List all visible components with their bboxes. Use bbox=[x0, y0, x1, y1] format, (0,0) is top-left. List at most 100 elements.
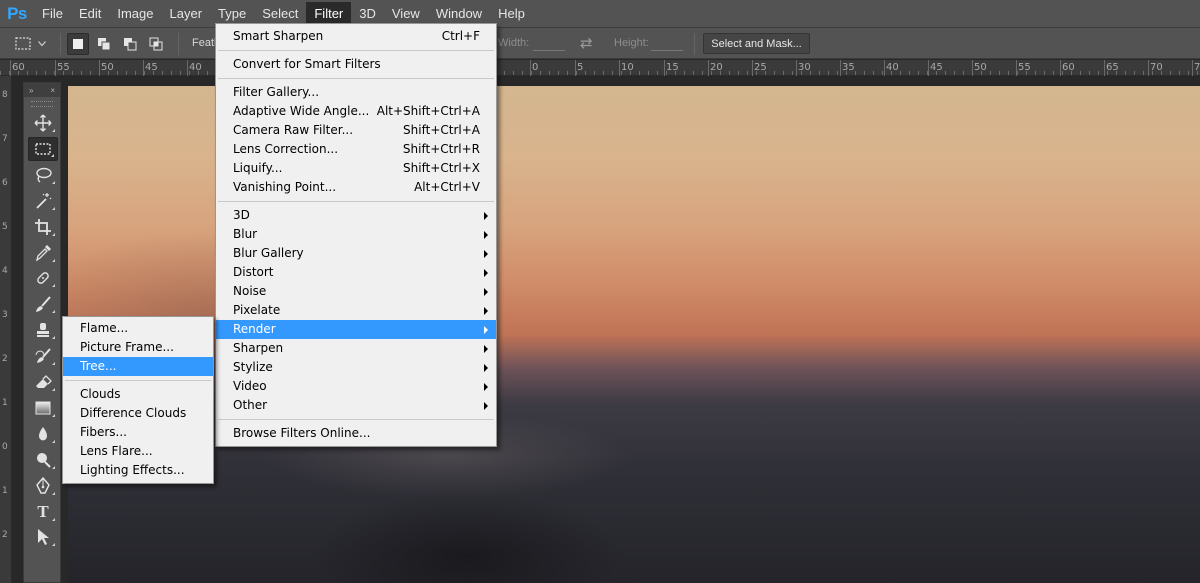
ruler-minor-tick bbox=[1035, 71, 1036, 75]
panel-grip[interactable] bbox=[31, 101, 53, 107]
menu-view[interactable]: View bbox=[384, 2, 428, 26]
horizontal-ruler: 6055504540051015202530354045505560657075 bbox=[0, 60, 1200, 76]
gradient-icon bbox=[34, 399, 52, 417]
menu-item-label: Tree... bbox=[80, 359, 117, 373]
render-menu-item-difference-clouds[interactable]: Difference Clouds bbox=[63, 404, 213, 423]
select-and-mask-button[interactable]: Select and Mask... bbox=[703, 33, 810, 54]
eraser-tool[interactable] bbox=[28, 370, 58, 394]
ruler-minor-tick bbox=[855, 71, 856, 75]
menu-window[interactable]: Window bbox=[428, 2, 490, 26]
filter-menu-item-sharpen[interactable]: Sharpen bbox=[216, 339, 496, 358]
filter-menu-item-adaptive-wide-angle[interactable]: Adaptive Wide Angle... Alt+Shift+Ctrl+A bbox=[216, 102, 496, 121]
intersect-selection-button[interactable] bbox=[145, 33, 167, 55]
filter-menu-item-distort[interactable]: Distort bbox=[216, 263, 496, 282]
render-menu-item-lens-flare[interactable]: Lens Flare... bbox=[63, 442, 213, 461]
magic-wand-tool[interactable] bbox=[28, 189, 58, 213]
rectangular-marquee-tool[interactable] bbox=[28, 136, 58, 161]
ruler-minor-tick bbox=[153, 71, 154, 75]
menu-select[interactable]: Select bbox=[254, 2, 306, 26]
menu-item-label: Sharpen bbox=[233, 341, 284, 355]
ruler-minor-tick bbox=[189, 71, 190, 75]
filter-menu-item-other[interactable]: Other bbox=[216, 396, 496, 415]
filter-menu-item-lens-correction[interactable]: Lens Correction... Shift+Ctrl+R bbox=[216, 140, 496, 159]
menu-edit[interactable]: Edit bbox=[71, 2, 109, 26]
filter-menu-item-blur-gallery[interactable]: Blur Gallery bbox=[216, 244, 496, 263]
menu-file[interactable]: File bbox=[34, 2, 71, 26]
ruler-minor-tick bbox=[1062, 71, 1063, 75]
filter-menu-item-blur[interactable]: Blur bbox=[216, 225, 496, 244]
render-menu-item-clouds[interactable]: Clouds bbox=[63, 385, 213, 404]
move-tool[interactable] bbox=[28, 111, 58, 135]
render-menu-item-fibers[interactable]: Fibers... bbox=[63, 423, 213, 442]
more-tools-indicator bbox=[52, 336, 55, 340]
ruler-major-tick bbox=[1148, 60, 1149, 76]
filter-menu-item-vanishing-point[interactable]: Vanishing Point... Alt+Ctrl+V bbox=[216, 178, 496, 197]
filter-menu-item-video[interactable]: Video bbox=[216, 377, 496, 396]
lasso-tool[interactable] bbox=[28, 163, 58, 187]
tools-panel-header[interactable]: » × bbox=[24, 83, 60, 97]
blur-tool[interactable] bbox=[28, 422, 58, 446]
subtract-from-selection-button[interactable] bbox=[119, 33, 141, 55]
menu-image[interactable]: Image bbox=[109, 2, 161, 26]
render-menu-item-lighting-effects[interactable]: Lighting Effects... bbox=[63, 461, 213, 480]
render-menu-item-tree[interactable]: Tree... bbox=[63, 357, 213, 376]
clone-stamp-tool[interactable] bbox=[28, 318, 58, 342]
path-selection-tool[interactable] bbox=[28, 525, 58, 549]
ruler-minor-tick bbox=[1071, 71, 1072, 75]
render-menu-item-flame[interactable]: Flame... bbox=[63, 319, 213, 338]
pen-tool[interactable] bbox=[28, 474, 58, 498]
eyedropper-tool[interactable] bbox=[28, 241, 58, 265]
add-selection-icon bbox=[98, 38, 111, 51]
filter-menu-item-convert-for-smart-filters[interactable]: Convert for Smart Filters bbox=[216, 55, 496, 74]
history-brush-tool[interactable] bbox=[28, 344, 58, 368]
new-selection-button[interactable] bbox=[67, 33, 89, 55]
dodge-tool[interactable] bbox=[28, 448, 58, 472]
ruler-major-tick bbox=[928, 60, 929, 76]
menu-item-label: Liquify... bbox=[233, 161, 283, 175]
filter-menu-item-smart-sharpen[interactable]: Smart Sharpen Ctrl+F bbox=[216, 27, 496, 46]
add-to-selection-button[interactable] bbox=[93, 33, 115, 55]
submenu-arrow-icon bbox=[484, 307, 488, 315]
swap-dimensions-icon[interactable]: ⇄ bbox=[580, 34, 593, 52]
ruler-major-tick bbox=[664, 60, 665, 76]
ruler-minor-tick bbox=[792, 71, 793, 75]
move-icon bbox=[34, 114, 52, 132]
filter-menu-item-3d[interactable]: 3D bbox=[216, 206, 496, 225]
ruler-tick-label: 2 bbox=[2, 530, 8, 540]
ruler-minor-tick bbox=[54, 71, 55, 75]
ruler-minor-tick bbox=[135, 71, 136, 75]
filter-menu: Smart Sharpen Ctrl+F Convert for Smart Fil… bbox=[215, 23, 497, 447]
render-menu-item-picture-frame[interactable]: Picture Frame... bbox=[63, 338, 213, 357]
width-field[interactable] bbox=[533, 37, 565, 51]
ruler-minor-tick bbox=[954, 71, 955, 75]
menu-type[interactable]: Type bbox=[210, 2, 254, 26]
collapse-panel-icon[interactable]: » bbox=[29, 86, 33, 95]
menu-help[interactable]: Help bbox=[490, 2, 533, 26]
ruler-major-tick bbox=[1104, 60, 1105, 76]
tool-preset-picker[interactable] bbox=[14, 34, 54, 54]
ruler-tick-label: 60 bbox=[1062, 62, 1075, 73]
filter-menu-item-render[interactable]: Render bbox=[216, 320, 496, 339]
filter-menu-item-camera-raw-filter[interactable]: Camera Raw Filter... Shift+Ctrl+A bbox=[216, 121, 496, 140]
menu-3d[interactable]: 3D bbox=[351, 2, 384, 26]
menu-filter[interactable]: Filter bbox=[306, 1, 352, 26]
menu-item-label: Blur bbox=[233, 227, 258, 241]
type-tool[interactable]: T bbox=[28, 500, 58, 524]
crop-tool[interactable] bbox=[28, 215, 58, 239]
close-panel-icon[interactable]: × bbox=[50, 86, 55, 95]
filter-menu-item-browse-filters-online[interactable]: Browse Filters Online... bbox=[216, 424, 496, 443]
brush-tool[interactable] bbox=[28, 292, 58, 316]
filter-menu-item-filter-gallery[interactable]: Filter Gallery... bbox=[216, 83, 496, 102]
gradient-tool[interactable] bbox=[28, 396, 58, 420]
ruler-minor-tick bbox=[1044, 71, 1045, 75]
healing-brush-tool[interactable] bbox=[28, 266, 58, 290]
ruler-major-tick bbox=[1060, 60, 1061, 76]
height-field[interactable] bbox=[651, 37, 683, 51]
filter-menu-item-stylize[interactable]: Stylize bbox=[216, 358, 496, 377]
filter-menu-item-pixelate[interactable]: Pixelate bbox=[216, 301, 496, 320]
ruler-minor-tick bbox=[540, 71, 541, 75]
ruler-minor-tick bbox=[990, 71, 991, 75]
filter-menu-item-noise[interactable]: Noise bbox=[216, 282, 496, 301]
menu-layer[interactable]: Layer bbox=[162, 2, 211, 26]
filter-menu-item-liquify[interactable]: Liquify... Shift+Ctrl+X bbox=[216, 159, 496, 178]
